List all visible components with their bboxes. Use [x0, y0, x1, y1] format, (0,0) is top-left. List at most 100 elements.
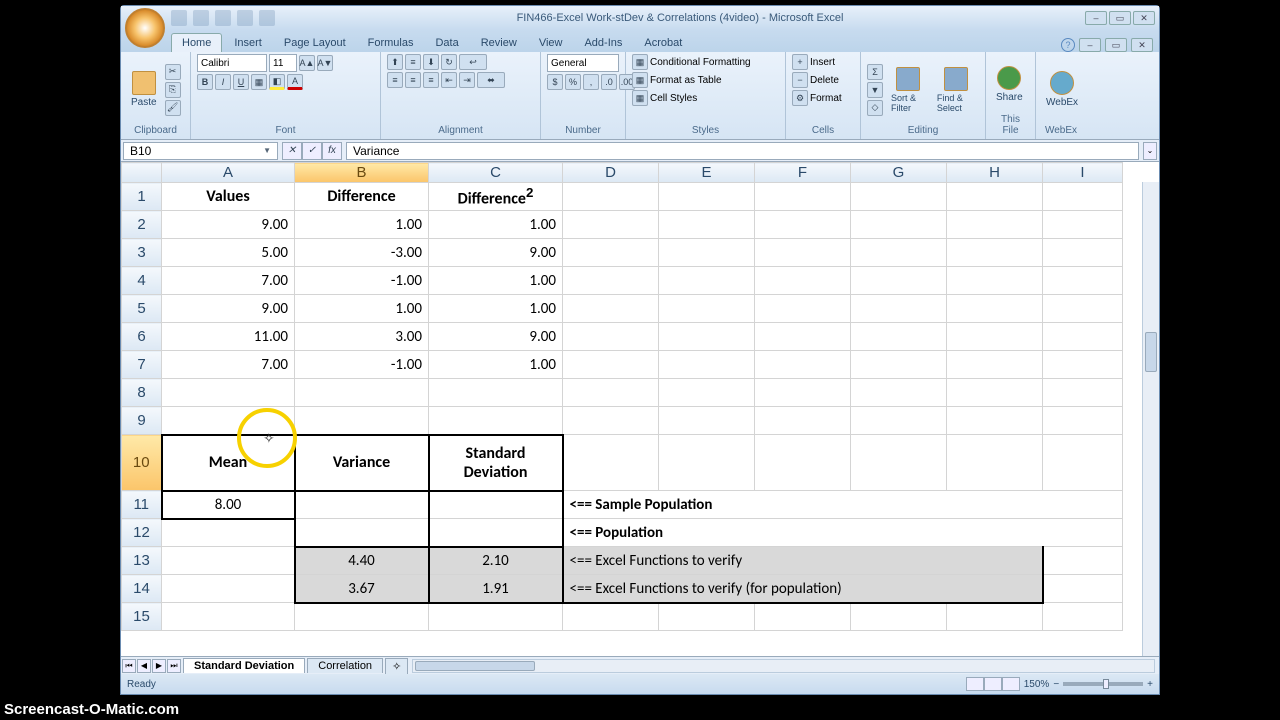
col-header-e[interactable]: E [659, 163, 755, 183]
cell[interactable]: 3.00 [295, 323, 429, 351]
paste-button[interactable]: Paste [127, 69, 161, 110]
cell[interactable]: <== Excel Functions to verify (for popul… [563, 575, 1043, 603]
cell[interactable]: -3.00 [295, 239, 429, 267]
percent-icon[interactable]: % [565, 74, 581, 90]
cell[interactable]: <== Sample Population [563, 491, 1123, 519]
italic-button[interactable]: I [215, 74, 231, 90]
cell[interactable]: 1.00 [295, 295, 429, 323]
increase-indent-icon[interactable]: ⇥ [459, 72, 475, 88]
fx-icon[interactable]: fx [322, 142, 342, 160]
cell[interactable]: Difference [295, 183, 429, 211]
cell[interactable] [295, 519, 429, 547]
grow-font-icon[interactable]: A▲ [299, 55, 315, 71]
row-header[interactable]: 1 [122, 183, 162, 211]
cell[interactable]: 9.00 [429, 323, 563, 351]
cell[interactable]: 1.00 [429, 211, 563, 239]
open-icon[interactable] [237, 10, 253, 26]
sheet-tab[interactable]: Standard Deviation [183, 658, 305, 673]
row-header[interactable]: 15 [122, 603, 162, 631]
maximize-button[interactable]: ▭ [1109, 11, 1131, 25]
tab-insert[interactable]: Insert [224, 34, 272, 52]
tab-data[interactable]: Data [425, 34, 468, 52]
row-header[interactable]: 8 [122, 379, 162, 407]
cell[interactable] [295, 491, 429, 519]
enter-formula-icon[interactable]: ✓ [302, 142, 322, 160]
col-header-c[interactable]: C [429, 163, 563, 183]
page-break-view-button[interactable] [1002, 677, 1020, 691]
first-sheet-button[interactable]: ⏮ [122, 659, 136, 673]
cancel-formula-icon[interactable]: ✕ [282, 142, 302, 160]
row-header[interactable]: 6 [122, 323, 162, 351]
cell[interactable]: 11.00 [162, 323, 295, 351]
cell-styles-button[interactable]: ▦Cell Styles [632, 90, 697, 106]
row-header[interactable]: 13 [122, 547, 162, 575]
tab-home[interactable]: Home [171, 33, 222, 52]
cell[interactable]: 1.00 [429, 267, 563, 295]
autosum-icon[interactable]: Σ [867, 64, 883, 80]
currency-icon[interactable]: $ [547, 74, 563, 90]
tab-addins[interactable]: Add-Ins [574, 34, 632, 52]
page-layout-view-button[interactable] [984, 677, 1002, 691]
orientation-icon[interactable]: ↻ [441, 54, 457, 70]
align-top-icon[interactable]: ⬆ [387, 54, 403, 70]
format-painter-icon[interactable]: 🖌 [165, 100, 181, 116]
cell[interactable]: 9.00 [162, 211, 295, 239]
align-bottom-icon[interactable]: ⬇ [423, 54, 439, 70]
row-header[interactable]: 7 [122, 351, 162, 379]
tab-formulas[interactable]: Formulas [358, 34, 424, 52]
col-header-g[interactable]: G [851, 163, 947, 183]
formula-bar[interactable]: Variance [346, 142, 1139, 160]
col-header-a[interactable]: A [162, 163, 295, 183]
undo-icon[interactable] [193, 10, 209, 26]
row-header[interactable]: 9 [122, 407, 162, 435]
underline-button[interactable]: U [233, 74, 249, 90]
cell[interactable] [429, 519, 563, 547]
conditional-formatting-button[interactable]: ▦Conditional Formatting [632, 54, 751, 70]
cell[interactable]: 7.00 [162, 267, 295, 295]
cell[interactable]: Values [162, 183, 295, 211]
print-icon[interactable] [259, 10, 275, 26]
font-color-icon[interactable]: A [287, 74, 303, 90]
col-header-b[interactable]: B [295, 163, 429, 183]
font-name-input[interactable] [197, 54, 267, 72]
cell[interactable]: -1.00 [295, 351, 429, 379]
doc-restore-button[interactable]: ▭ [1105, 38, 1127, 52]
zoom-level[interactable]: 150% [1024, 679, 1050, 690]
redo-icon[interactable] [215, 10, 231, 26]
cell[interactable]: <== Population [563, 519, 1123, 547]
merge-center-button[interactable]: ⬌ [477, 72, 505, 88]
expand-formula-bar[interactable]: ⌄ [1143, 142, 1157, 160]
border-icon[interactable]: ▦ [251, 74, 267, 90]
tab-review[interactable]: Review [471, 34, 527, 52]
zoom-out-button[interactable]: − [1053, 679, 1059, 690]
sort-filter-button[interactable]: Sort & Filter [887, 65, 929, 115]
next-sheet-button[interactable]: ▶ [152, 659, 166, 673]
cell[interactable]: 7.00 [162, 351, 295, 379]
row-header[interactable]: 11 [122, 491, 162, 519]
tab-view[interactable]: View [529, 34, 573, 52]
worksheet-grid[interactable]: A B C D E F G H I 1 Values Difference Di… [121, 162, 1159, 656]
align-middle-icon[interactable]: ≡ [405, 54, 421, 70]
col-header-f[interactable]: F [755, 163, 851, 183]
find-select-button[interactable]: Find & Select [933, 65, 979, 115]
sheet-tab[interactable]: Correlation [307, 658, 383, 673]
doc-close-button[interactable]: ✕ [1131, 38, 1153, 52]
cell[interactable]: 5.00 [162, 239, 295, 267]
col-header-i[interactable]: I [1043, 163, 1123, 183]
scrollbar-thumb[interactable] [415, 661, 535, 671]
wrap-text-button[interactable]: ↩ [459, 54, 487, 70]
align-center-icon[interactable]: ≡ [405, 72, 421, 88]
col-header-d[interactable]: D [563, 163, 659, 183]
number-format-dropdown[interactable] [547, 54, 619, 72]
save-icon[interactable] [171, 10, 187, 26]
row-header[interactable]: 4 [122, 267, 162, 295]
zoom-in-button[interactable]: + [1147, 679, 1153, 690]
align-left-icon[interactable]: ≡ [387, 72, 403, 88]
col-header-h[interactable]: H [947, 163, 1043, 183]
webex-button[interactable]: WebEx [1042, 69, 1082, 110]
increase-decimal-icon[interactable]: .0 [601, 74, 617, 90]
copy-icon[interactable]: ⎘ [165, 82, 181, 98]
normal-view-button[interactable] [966, 677, 984, 691]
cell[interactable]: -1.00 [295, 267, 429, 295]
row-header[interactable]: 3 [122, 239, 162, 267]
